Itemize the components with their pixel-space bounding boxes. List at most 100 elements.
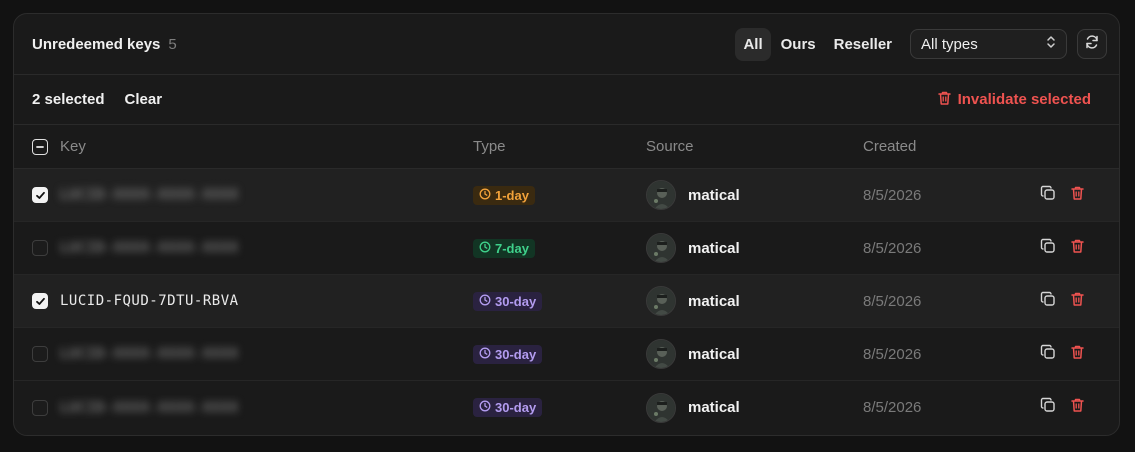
type-select[interactable]: All types: [910, 29, 1067, 59]
copy-key-button[interactable]: [1040, 291, 1056, 312]
keys-count: 5: [168, 35, 177, 53]
delete-key-button[interactable]: [1070, 291, 1085, 312]
delete-key-button[interactable]: [1070, 238, 1085, 259]
source-cell: matical: [646, 339, 740, 369]
selection-bar: 2 selected Clear Invalidate selected: [14, 75, 1119, 125]
key-value: LUCID-XXXX-XXXX-XXXX: [60, 399, 239, 416]
clock-icon: [479, 188, 491, 203]
source-cell: matical: [646, 392, 740, 423]
source-name: matical: [688, 186, 740, 204]
row-checkbox[interactable]: [32, 399, 48, 416]
table-row[interactable]: LUCID-XXXX-XXXX-XXXX 30-day matical 8/5/…: [14, 328, 1119, 381]
row-checkbox[interactable]: [32, 187, 48, 203]
source-name: matical: [688, 345, 740, 363]
row-checkbox[interactable]: [32, 346, 48, 362]
delete-key-button[interactable]: [1070, 344, 1085, 365]
key-value: LUCID-XXXX-XXXX-XXXX: [60, 240, 239, 256]
row-actions: [1040, 397, 1085, 418]
source-name: matical: [688, 239, 740, 257]
trash-icon: [937, 90, 952, 110]
trash-icon: [1070, 397, 1085, 418]
table-body: LUCID-XXXX-XXXX-XXXX 1-day matical 8/5/2…: [14, 169, 1119, 434]
clock-icon: [479, 400, 491, 415]
trash-icon: [1070, 185, 1085, 206]
delete-key-button[interactable]: [1070, 185, 1085, 206]
copy-icon: [1040, 185, 1056, 206]
created-date: 8/5/2026: [863, 345, 922, 363]
refresh-icon: [1084, 34, 1100, 55]
delete-key-button[interactable]: [1070, 397, 1085, 418]
type-badge-label: 30-day: [495, 400, 537, 415]
column-header-type[interactable]: Type: [473, 138, 506, 155]
row-actions: [1040, 344, 1085, 365]
avatar: [646, 392, 676, 423]
trash-icon: [1070, 238, 1085, 259]
chevron-up-down-icon: [1046, 34, 1056, 54]
select-all-checkbox[interactable]: [32, 138, 48, 155]
type-cell: 30-day: [473, 291, 543, 311]
trash-icon: [1070, 291, 1085, 312]
type-cell: 30-day: [473, 344, 543, 364]
source-name: matical: [688, 399, 740, 416]
row-actions: [1040, 185, 1085, 206]
created-date: 8/5/2026: [863, 239, 922, 257]
type-badge: 30-day: [473, 398, 543, 417]
avatar: [646, 286, 676, 316]
table-row[interactable]: LUCID-XXXX-XXXX-XXXX 7-day matical 8/5/2…: [14, 222, 1119, 275]
row-actions: [1040, 291, 1085, 312]
copy-icon: [1040, 397, 1056, 418]
type-badge-label: 1-day: [495, 187, 529, 203]
type-badge: 1-day: [473, 185, 535, 205]
type-select-value: All types: [921, 35, 978, 53]
invalidate-selected-button[interactable]: Invalidate selected: [937, 90, 1091, 110]
created-date: 8/5/2026: [863, 186, 922, 204]
source-filter: All Ours Reseller: [735, 27, 900, 61]
copy-key-button[interactable]: [1040, 397, 1056, 418]
trash-icon: [1070, 344, 1085, 365]
key-value: LUCID-XXXX-XXXX-XXXX: [60, 346, 239, 362]
source-cell: matical: [646, 180, 740, 210]
table-row[interactable]: LUCID-XXXX-XXXX-XXXX 1-day matical 8/5/2…: [14, 169, 1119, 222]
column-header-source[interactable]: Source: [646, 138, 694, 155]
clock-icon: [479, 347, 491, 362]
type-badge: 7-day: [473, 238, 535, 258]
source-cell: matical: [646, 233, 740, 263]
copy-key-button[interactable]: [1040, 238, 1056, 259]
copy-key-button[interactable]: [1040, 185, 1056, 206]
avatar: [646, 233, 676, 263]
invalidate-selected-label: Invalidate selected: [957, 91, 1091, 108]
copy-key-button[interactable]: [1040, 344, 1056, 365]
copy-icon: [1040, 238, 1056, 259]
table-row[interactable]: LUCID-XXXX-XXXX-XXXX 30-day matical 8/5/…: [14, 381, 1119, 434]
clock-icon: [479, 241, 491, 256]
type-badge: 30-day: [473, 291, 543, 311]
row-actions: [1040, 238, 1085, 259]
card-header: Unredeemed keys 5 All Ours Reseller All …: [14, 14, 1119, 75]
filter-reseller-button[interactable]: Reseller: [826, 28, 900, 61]
page-title: Unredeemed keys: [32, 35, 161, 53]
refresh-button[interactable]: [1077, 29, 1107, 59]
source-cell: matical: [646, 286, 740, 316]
type-cell: 1-day: [473, 185, 535, 205]
column-header-created[interactable]: Created: [863, 138, 916, 155]
avatar: [646, 339, 676, 369]
column-header-key[interactable]: Key: [60, 138, 86, 155]
filter-ours-button[interactable]: Ours: [773, 28, 824, 61]
created-date: 8/5/2026: [863, 399, 922, 416]
copy-icon: [1040, 344, 1056, 365]
selected-count: 2 selected: [32, 91, 105, 108]
type-badge-label: 30-day: [495, 346, 537, 362]
copy-icon: [1040, 291, 1056, 312]
row-checkbox[interactable]: [32, 293, 48, 309]
clock-icon: [479, 294, 491, 309]
created-date: 8/5/2026: [863, 292, 922, 310]
key-value: LUCID-FQUD-7DTU-RBVA: [60, 293, 239, 309]
avatar: [646, 180, 676, 210]
clear-selection-button[interactable]: Clear: [125, 91, 163, 108]
type-badge-label: 30-day: [495, 293, 537, 309]
filter-all-button[interactable]: All: [735, 27, 771, 61]
row-checkbox[interactable]: [32, 240, 48, 256]
table-row[interactable]: LUCID-FQUD-7DTU-RBVA 30-day matical 8/5/…: [14, 275, 1119, 328]
key-value: LUCID-XXXX-XXXX-XXXX: [60, 187, 239, 203]
table-header: Key Type Source Created: [14, 125, 1119, 169]
